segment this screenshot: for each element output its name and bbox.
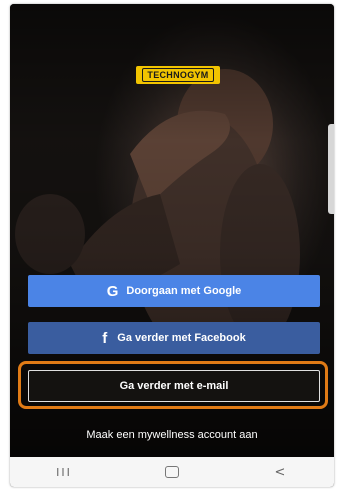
google-signin-label: Doorgaan met Google bbox=[126, 285, 242, 297]
scrollbar-handle[interactable] bbox=[328, 124, 334, 214]
email-signin-button[interactable]: Ga verder met e-mail bbox=[28, 370, 320, 402]
android-navigation-bar: III < bbox=[10, 457, 334, 487]
facebook-signin-label: Ga verder met Facebook bbox=[117, 332, 246, 344]
back-icon: < bbox=[274, 464, 286, 480]
facebook-signin-button[interactable]: f Ga verder met Facebook bbox=[28, 322, 320, 354]
recents-icon: III bbox=[56, 465, 72, 479]
technogym-logo: TECHNOGYM bbox=[136, 66, 220, 84]
create-account-link[interactable]: Maak een mywellness account aan bbox=[10, 429, 334, 441]
recents-button[interactable]: III bbox=[34, 457, 94, 487]
phone-screen: TECHNOGYM G Doorgaan met Google f Ga ver… bbox=[10, 4, 334, 487]
home-button[interactable] bbox=[142, 457, 202, 487]
google-signin-button[interactable]: G Doorgaan met Google bbox=[28, 275, 320, 307]
facebook-icon: f bbox=[102, 329, 108, 347]
logo-text: TECHNOGYM bbox=[142, 68, 214, 82]
google-icon: G bbox=[106, 282, 119, 300]
home-icon bbox=[165, 466, 179, 478]
back-button[interactable]: < bbox=[250, 457, 310, 487]
email-signin-label: Ga verder met e-mail bbox=[119, 380, 229, 392]
